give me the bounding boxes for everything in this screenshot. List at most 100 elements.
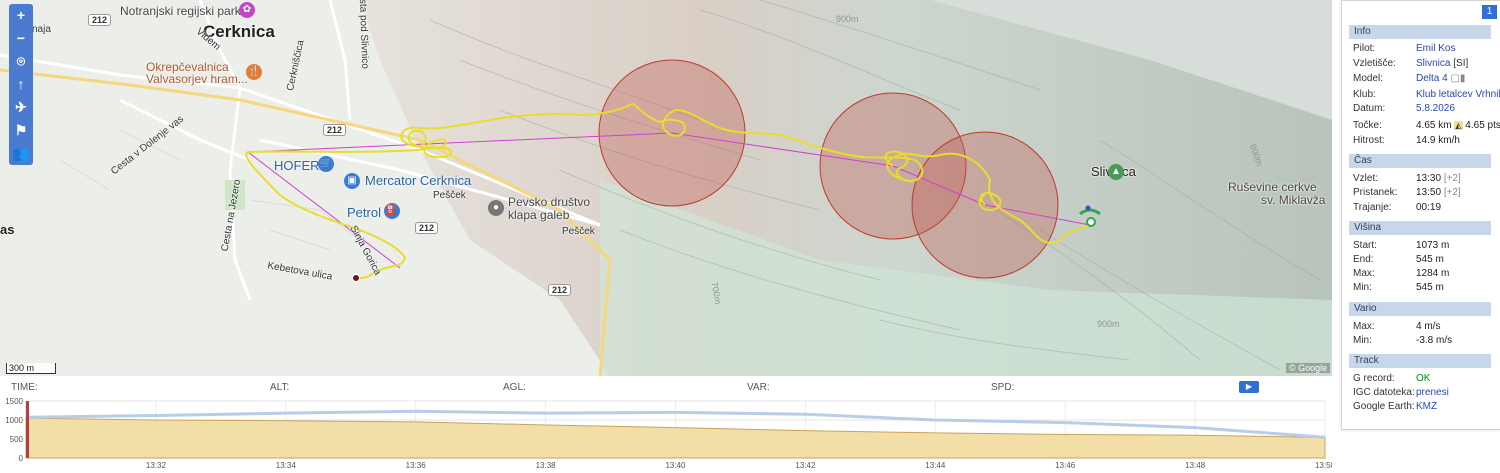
x-tick-label: 13:34: [276, 461, 297, 470]
site-label: Vzletišče:: [1353, 58, 1396, 69]
pin-icon[interactable]: ↑: [9, 73, 33, 96]
site-link[interactable]: Slivnica: [1416, 58, 1450, 69]
road-shield: 212: [323, 124, 347, 136]
place-pescenk-1: Pešček: [433, 190, 466, 201]
poi-park: Notranjski regijski park: [120, 4, 241, 18]
poi-mercator: Mercator Cerknica: [365, 173, 472, 188]
flag-icon[interactable]: ⚑: [9, 119, 33, 142]
road-shield: 212: [548, 284, 572, 296]
landing-time: 13:50: [1416, 187, 1442, 198]
fuel-icon[interactable]: ⛽: [384, 203, 400, 219]
section-title: Višina: [1354, 222, 1382, 233]
date-row: Datum: 5.8.2026: [1353, 103, 1455, 114]
users-icon[interactable]: 👥: [9, 142, 33, 165]
points-label: Točke:: [1353, 120, 1382, 131]
shopping-bag-icon[interactable]: ▣: [344, 173, 360, 189]
map-canvas: [0, 0, 1332, 376]
club-label: Klub:: [1353, 89, 1376, 100]
panel-number-badge[interactable]: 1: [1482, 5, 1497, 19]
play-button[interactable]: ▶: [1239, 381, 1259, 393]
landing-tz: [+2]: [1443, 187, 1461, 198]
map-scale: 300 m: [6, 363, 56, 374]
date-link[interactable]: 5.8.2026: [1416, 103, 1455, 114]
height-min-label: Min:: [1353, 282, 1372, 293]
landing-row: Pristanek: 13:50 [+2]: [1353, 187, 1461, 198]
altitude-chart[interactable]: 1500 1000 500 0 13:32 13:34 13:36 13:38 13:40 13:…: [0, 396, 1332, 473]
summit-icon[interactable]: ▲: [1108, 164, 1124, 180]
x-tick-label: 13:38: [536, 461, 557, 470]
grecord-value: OK: [1416, 373, 1431, 384]
x-tick-label: 13:36: [406, 461, 427, 470]
place-ruins: Ruševine cerkve: [1228, 180, 1317, 194]
model-link[interactable]: Delta 4: [1416, 73, 1448, 84]
vario-max-row: Max: 4 m/s: [1353, 321, 1440, 332]
zoom-in-button[interactable]: +: [9, 4, 33, 27]
section-info: Info: [1349, 25, 1491, 39]
y-tick-label: 0: [19, 454, 24, 463]
contour-label: 900m: [1097, 319, 1120, 329]
height-min-row: Min: 545 m: [1353, 282, 1444, 293]
x-tick-label: 13:42: [795, 461, 816, 470]
site-row: Vzletišče: Slivnica [SI]: [1353, 58, 1468, 69]
alt-readout: ALT:: [270, 382, 290, 393]
poi-petrol: Petrol: [347, 205, 381, 220]
club-link[interactable]: Klub letalcev Vrhnika: [1416, 89, 1500, 100]
road-pod-slivnico: Cesta pod Slivnico: [356, 0, 371, 70]
takeoff-tz: [+2]: [1443, 173, 1461, 184]
height-start-row: Start: 1073 m: [1353, 240, 1449, 251]
igc-label: IGC datoteka:: [1353, 387, 1415, 398]
time-readout: TIME:: [11, 382, 38, 393]
section-time: Čas: [1349, 154, 1491, 168]
y-tick-label: 1500: [5, 397, 23, 406]
pilot-link[interactable]: Emil Kos: [1416, 43, 1455, 54]
chart-readouts: TIME: ALT: AGL: VAR: SPD: ▶: [0, 378, 1332, 396]
time-cursor: [26, 401, 29, 458]
vario-min-row: Min: -3.8 m/s: [1353, 335, 1452, 346]
kmz-download-link[interactable]: KMZ: [1416, 401, 1437, 412]
igc-row: IGC datoteka:prenesi: [1353, 387, 1449, 398]
date-label: Datum:: [1353, 103, 1386, 114]
restaurant-icon[interactable]: 🍴: [246, 64, 262, 80]
section-title: Čas: [1354, 155, 1372, 166]
height-end-value: 545 m: [1416, 254, 1444, 265]
map-controls: + − ⌾ ↑ ✈ ⚑ 👥: [9, 4, 33, 165]
height-start-label: Start:: [1353, 240, 1377, 251]
points-row: Točke: 4.65 km ◭ 4.65 pts: [1353, 120, 1500, 131]
poi-hofer: HOFER: [274, 158, 320, 173]
takeoff-time: 13:30: [1416, 173, 1442, 184]
igc-download-link[interactable]: prenesi: [1416, 387, 1449, 398]
flight-info-panel: 1 Info Pilot: Emil Kos Vzletišče: Slivnica…: [1341, 0, 1500, 430]
height-start-value: 1073 m: [1416, 240, 1450, 251]
site-country: [SI]: [1453, 58, 1469, 69]
var-readout: VAR:: [747, 382, 770, 393]
section-title: Track: [1354, 355, 1379, 366]
speed-value: 14.9 km/h: [1416, 135, 1460, 146]
pilot-row: Pilot: Emil Kos: [1353, 43, 1455, 54]
park-icon[interactable]: ✿: [239, 2, 255, 18]
x-tick-label: 13:32: [146, 461, 167, 470]
club-row: Klub: Klub letalcev Vrhnika: [1353, 89, 1500, 100]
section-height: Višina: [1349, 221, 1491, 235]
shopping-cart-icon[interactable]: 🛒: [318, 156, 334, 172]
locate-icon[interactable]: ⌾: [9, 50, 33, 73]
vario-max-label: Max:: [1353, 321, 1375, 332]
section-title: Info: [1354, 26, 1371, 37]
place-left-edge: as: [0, 222, 15, 237]
zoom-out-button[interactable]: −: [9, 27, 33, 50]
agl-readout: AGL:: [503, 382, 526, 393]
google-earth-label: Google Earth:: [1353, 401, 1415, 412]
google-earth-row: Google Earth:KMZ: [1353, 401, 1437, 412]
poi-restaurant-2: Valvasorjev hram...: [146, 72, 248, 86]
model-row: Model: Delta 4 ▢▮: [1353, 73, 1465, 84]
place-pin-icon[interactable]: ●: [488, 200, 504, 216]
landing-label: Pristanek:: [1353, 187, 1398, 198]
section-vario: Vario: [1349, 302, 1491, 316]
glider-icon: ▢▮: [1450, 73, 1466, 84]
speed-label: Hitrost:: [1353, 135, 1385, 146]
plane-icon[interactable]: ✈: [9, 96, 33, 119]
road-shield: 212: [88, 14, 112, 26]
spd-readout: SPD:: [991, 382, 1015, 393]
flight-map[interactable]: Cerknica Slivnica Pešček Pešček Ruševine…: [0, 0, 1332, 376]
grecord-row: G record: OK: [1353, 373, 1430, 384]
grecord-label: G record:: [1353, 373, 1395, 384]
